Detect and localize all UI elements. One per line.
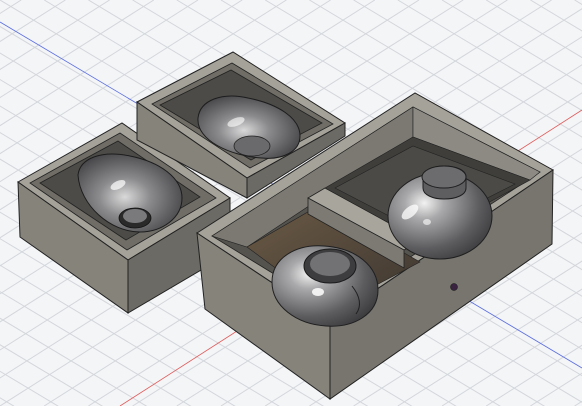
3d-viewport[interactable] bbox=[0, 0, 582, 406]
viewport-canvas[interactable] bbox=[0, 0, 582, 406]
origin-point[interactable] bbox=[450, 283, 458, 291]
